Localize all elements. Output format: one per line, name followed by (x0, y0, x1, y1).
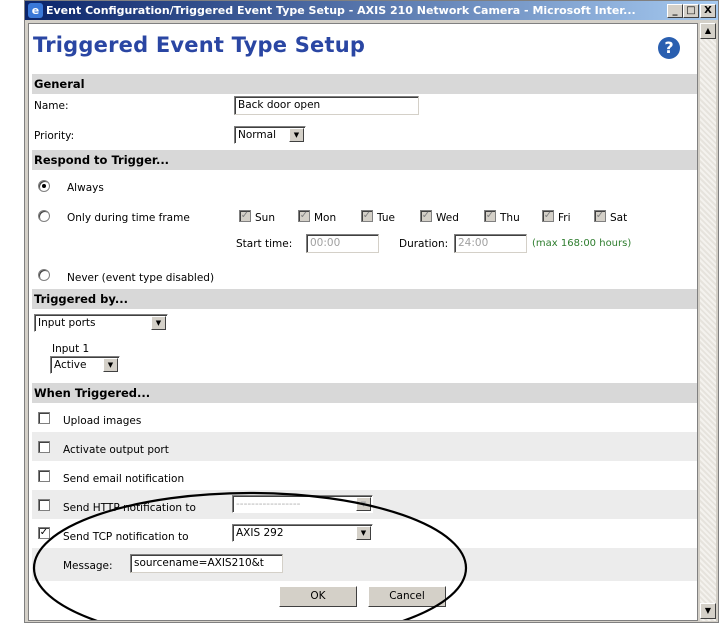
maximize-button[interactable]: □ (683, 4, 699, 18)
day-label: Sun (255, 212, 275, 224)
row-tcp: ✓ Send TCP notification to AXIS 292 ▼ (32, 519, 697, 548)
message-label: Message: (63, 560, 113, 572)
section-when-triggered: When Triggered... (32, 383, 697, 403)
internet-explorer-icon: e (28, 3, 43, 18)
chevron-down-icon: ▼ (151, 316, 166, 330)
page-title: Triggered Event Type Setup (33, 33, 366, 57)
help-icon[interactable]: ? (658, 37, 680, 59)
page-content: Triggered Event Type Setup ? General Nam… (28, 23, 698, 621)
row-trigger-source: Input ports ▼ Input 1 Active ▼ (32, 309, 697, 381)
day-label: Thu (500, 212, 520, 224)
radio-time-frame[interactable] (38, 210, 50, 222)
max-hours-note: (max 168:00 hours) (532, 238, 632, 249)
always-label: Always (67, 182, 104, 194)
duration-field[interactable]: 24:00 (454, 234, 527, 253)
checkbox-sun[interactable]: ✓ (239, 210, 251, 222)
start-time-label: Start time: (236, 238, 293, 250)
tcp-label: Send TCP notification to (63, 531, 189, 543)
section-triggered-by: Triggered by... (32, 289, 697, 309)
trigger-source-select[interactable]: Input ports ▼ (34, 314, 168, 332)
row-upload: Upload images (32, 403, 697, 432)
section-general: General (32, 74, 697, 94)
http-target-select[interactable]: ----------------- ▼ (232, 495, 373, 513)
day-label: Tue (377, 212, 395, 224)
time-frame-label: Only during time frame (67, 212, 190, 224)
scroll-up-icon[interactable]: ▲ (700, 23, 716, 39)
day-label: Mon (314, 212, 337, 224)
chevron-down-icon: ▼ (103, 358, 118, 372)
http-label: Send HTTP notification to (63, 502, 196, 514)
row-priority: Priority: Normal ▼ (32, 118, 697, 148)
email-label: Send email notification (63, 473, 185, 485)
chevron-down-icon: ▼ (356, 497, 371, 511)
checkbox-tcp[interactable]: ✓ (38, 527, 50, 539)
window-title: Event Configuration/Triggered Event Type… (46, 4, 636, 17)
radio-always[interactable] (38, 180, 50, 192)
minimize-button[interactable]: _ (667, 4, 683, 18)
day-label: Fri (558, 212, 571, 224)
row-message: Message: sourcename=AXIS210&t (32, 548, 697, 581)
upload-label: Upload images (63, 415, 142, 427)
radio-never[interactable] (38, 269, 50, 281)
checkbox-tue[interactable]: ✓ (361, 210, 373, 222)
checkbox-output[interactable] (38, 441, 50, 453)
chevron-down-icon: ▼ (289, 128, 304, 142)
input-state-select[interactable]: Active ▼ (50, 356, 120, 374)
start-time-field[interactable]: 00:00 (306, 234, 379, 253)
close-button[interactable]: X (700, 4, 716, 18)
row-output: Activate output port (32, 432, 697, 461)
day-label: Sat (610, 212, 628, 224)
checkbox-upload[interactable] (38, 412, 50, 424)
message-field[interactable]: sourcename=AXIS210&t (130, 554, 283, 573)
checkbox-mon[interactable]: ✓ (298, 210, 310, 222)
section-respond: Respond to Trigger... (32, 150, 697, 170)
vertical-scrollbar[interactable]: ▲ ▼ (699, 23, 716, 621)
name-label: Name: (34, 100, 69, 112)
scroll-down-icon[interactable]: ▼ (700, 603, 716, 619)
input-label: Input 1 (52, 343, 90, 355)
checkbox-sat[interactable]: ✓ (594, 210, 606, 222)
row-http: Send HTTP notification to --------------… (32, 490, 697, 519)
checkbox-wed[interactable]: ✓ (420, 210, 432, 222)
browser-window: e Event Configuration/Triggered Event Ty… (24, 0, 719, 623)
checkbox-http[interactable] (38, 499, 50, 511)
row-buttons: OK Cancel (32, 581, 697, 620)
cancel-button[interactable]: Cancel (368, 586, 446, 607)
priority-label: Priority: (34, 130, 75, 142)
ok-button[interactable]: OK (279, 586, 357, 607)
priority-select[interactable]: Normal ▼ (234, 126, 306, 144)
checkbox-thu[interactable]: ✓ (484, 210, 496, 222)
never-label: Never (event type disabled) (67, 272, 215, 284)
row-time-frame: Only during time frame ✓ Sun ✓ Mon ✓ Tue… (32, 200, 697, 260)
row-always: Always (32, 170, 697, 200)
duration-label: Duration: (399, 238, 449, 250)
chevron-down-icon: ▼ (356, 526, 371, 540)
row-email: Send email notification (32, 461, 697, 490)
name-field[interactable]: Back door open (234, 96, 419, 115)
checkbox-email[interactable] (38, 470, 50, 482)
title-bar[interactable]: e Event Configuration/Triggered Event Ty… (25, 1, 718, 20)
checkbox-fri[interactable]: ✓ (542, 210, 554, 222)
tcp-target-select[interactable]: AXIS 292 ▼ (232, 524, 373, 542)
output-label: Activate output port (63, 444, 169, 456)
day-label: Wed (436, 212, 459, 224)
row-never: Never (event type disabled) (32, 260, 697, 288)
row-name: Name: Back door open (32, 94, 697, 118)
